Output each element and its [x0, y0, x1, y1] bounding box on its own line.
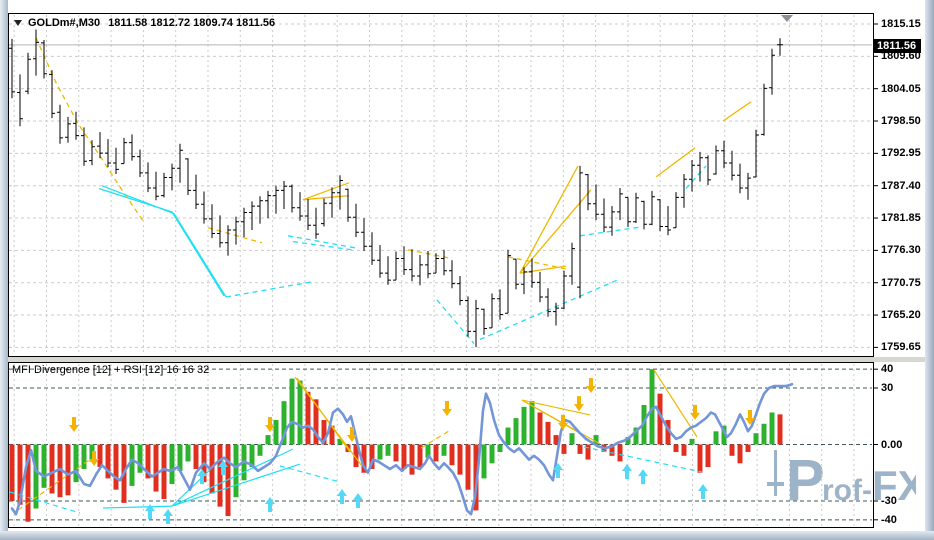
price-axis-label: 1776.30 [881, 244, 921, 256]
price-axis-label: 1765.20 [881, 309, 921, 321]
window-border-bottom [0, 531, 934, 540]
price-axis-label: 1809.60 [881, 50, 921, 62]
mt4-chart-window: P rof-FX GOLDm#,M301811.58 1812.72 1809.… [0, 0, 934, 540]
price-axis-label: 1787.40 [881, 180, 921, 192]
symbol-dropdown-icon[interactable] [14, 20, 22, 26]
window-border-right [925, 0, 934, 540]
chart-canvas[interactable] [0, 0, 934, 540]
indicator-axis-label: 30 [881, 382, 893, 394]
price-axis-label: 1804.05 [881, 83, 921, 95]
price-axis-label: 1815.15 [881, 18, 921, 30]
mfi-histogram [10, 369, 783, 522]
indicator-axis-label: -40 [881, 514, 897, 526]
ohlc-values: 1811.58 1812.72 1809.74 1811.56 [108, 17, 275, 29]
price-axis-label: 1792.95 [881, 147, 921, 159]
indicator-axis-label: 40 [881, 363, 893, 375]
indicator-axis-label: -30 [881, 495, 897, 507]
indicator-axis-label: 0.00 [881, 439, 902, 451]
price-axis-label: 1798.50 [881, 115, 921, 127]
window-border-left [0, 0, 8, 540]
price-bars [9, 30, 783, 348]
price-axis-label: 1781.85 [881, 212, 921, 224]
price-axis-label: 1770.75 [881, 277, 921, 289]
last-bar-marker-icon [781, 15, 793, 22]
price-axis-label: 1759.65 [881, 341, 921, 353]
indicator-label: MFI Divergence [12] + RSI [12] 16 16 32 [12, 364, 209, 376]
symbol-period-label: GOLDm#,M30 [28, 17, 100, 29]
chart-title-row: GOLDm#,M30 1811.58 1812.72 1809.74 1811.5… [14, 17, 275, 29]
